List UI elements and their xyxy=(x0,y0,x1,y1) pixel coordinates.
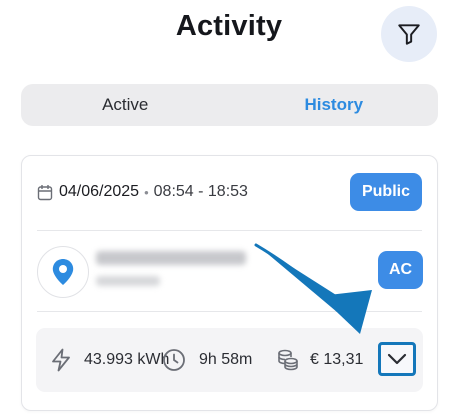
divider xyxy=(37,230,422,231)
activity-screen: Activity Active History 04/06/2025 • 08:… xyxy=(0,0,458,419)
location-avatar xyxy=(37,246,89,298)
session-card[interactable]: 04/06/2025 • 08:54 - 18:53 Public AC 43.… xyxy=(21,155,438,411)
energy-stat: 43.993 kWh xyxy=(50,328,169,392)
session-time-range: 08:54 - 18:53 xyxy=(153,183,248,200)
location-name-blurred xyxy=(96,251,246,265)
calendar-icon xyxy=(37,184,53,201)
energy-value: 43.993 kWh xyxy=(84,351,170,368)
duration-stat: 9h 58m xyxy=(162,328,252,392)
lightning-icon xyxy=(50,348,72,372)
duration-value: 9h 58m xyxy=(199,351,253,368)
cost-value: € 13,31 xyxy=(310,351,364,368)
filter-button[interactable] xyxy=(381,6,437,62)
tab-history[interactable]: History xyxy=(230,84,439,126)
divider xyxy=(37,311,422,312)
activity-tabs: Active History xyxy=(21,84,438,126)
location-address-blurred xyxy=(96,276,160,286)
access-badge: Public xyxy=(350,173,422,211)
coins-icon xyxy=(276,348,300,372)
cost-stat: € 13,31 xyxy=(276,328,363,392)
session-stats: 43.993 kWh 9h 58m € 13,31 xyxy=(36,328,423,392)
filter-icon xyxy=(396,21,422,47)
session-datetime: 04/06/2025 • 08:54 - 18:53 xyxy=(37,178,248,206)
session-date: 04/06/2025 xyxy=(59,183,140,200)
dot-separator: • xyxy=(144,184,149,200)
chevron-down-icon xyxy=(387,353,407,365)
expand-button[interactable] xyxy=(378,342,416,376)
clock-icon xyxy=(162,348,186,372)
tab-active[interactable]: Active xyxy=(21,84,230,126)
map-pin-icon xyxy=(51,258,75,286)
current-type-badge: AC xyxy=(378,251,423,289)
